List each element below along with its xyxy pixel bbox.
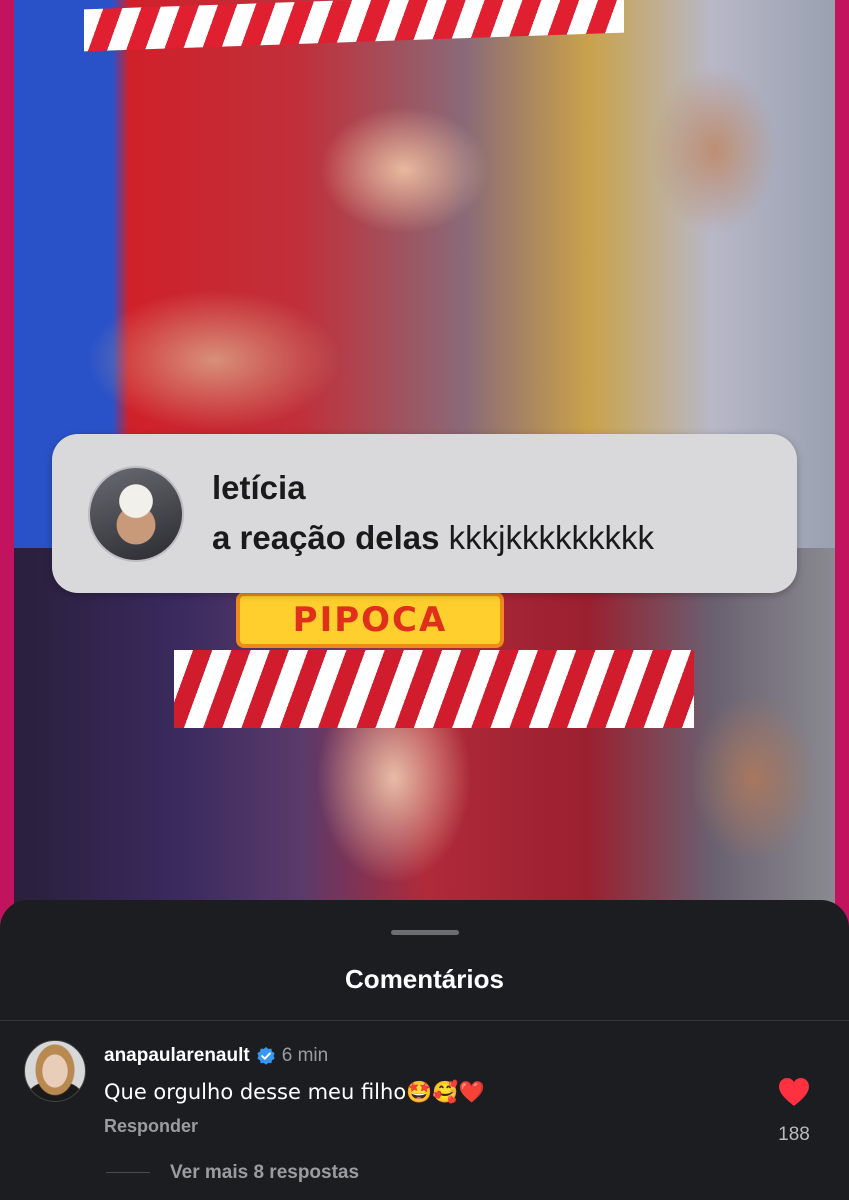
heart-icon[interactable] xyxy=(777,1076,811,1108)
reply-avatar[interactable] xyxy=(88,465,184,562)
pipoca-sign: PIPOCA xyxy=(236,592,504,648)
verified-badge-icon xyxy=(257,1047,275,1065)
reply-text-block: letícia a reação delas kkkjkkkkkkkkk xyxy=(212,468,654,560)
awning-stripes-bottom xyxy=(174,650,694,728)
reply-message-rest: kkkjkkkkkkkkk xyxy=(439,518,654,556)
comment-username[interactable]: anapaularenault xyxy=(104,1044,250,1068)
reply-message: a reação delas kkkjkkkkkkkkk xyxy=(212,516,654,560)
sheet-grabber-handle[interactable] xyxy=(391,930,459,935)
comment-time: 6 min xyxy=(281,1045,329,1066)
reply-username: letícia xyxy=(212,468,306,506)
story-reply-card: letícia a reação delas kkkjkkkkkkkkk xyxy=(52,434,797,593)
view-replies-line xyxy=(106,1172,150,1173)
reply-message-bold: a reação delas xyxy=(212,518,440,556)
commenter-avatar[interactable] xyxy=(24,1040,86,1102)
sheet-title: Comentários xyxy=(345,964,504,994)
comments-sheet: Comentários anapaularenault 6 min Que or… xyxy=(0,900,849,1200)
like-count: 188 xyxy=(778,1124,810,1145)
comment-text: Que orgulho desse meu filho🤩🥰❤️ xyxy=(104,1080,485,1104)
comment-header: anapaularenault 6 min xyxy=(104,1044,328,1068)
sheet-divider xyxy=(0,1020,849,1021)
reply-button[interactable]: Responder xyxy=(104,1116,198,1137)
view-more-replies-button[interactable]: Ver mais 8 respostas xyxy=(170,1162,359,1184)
